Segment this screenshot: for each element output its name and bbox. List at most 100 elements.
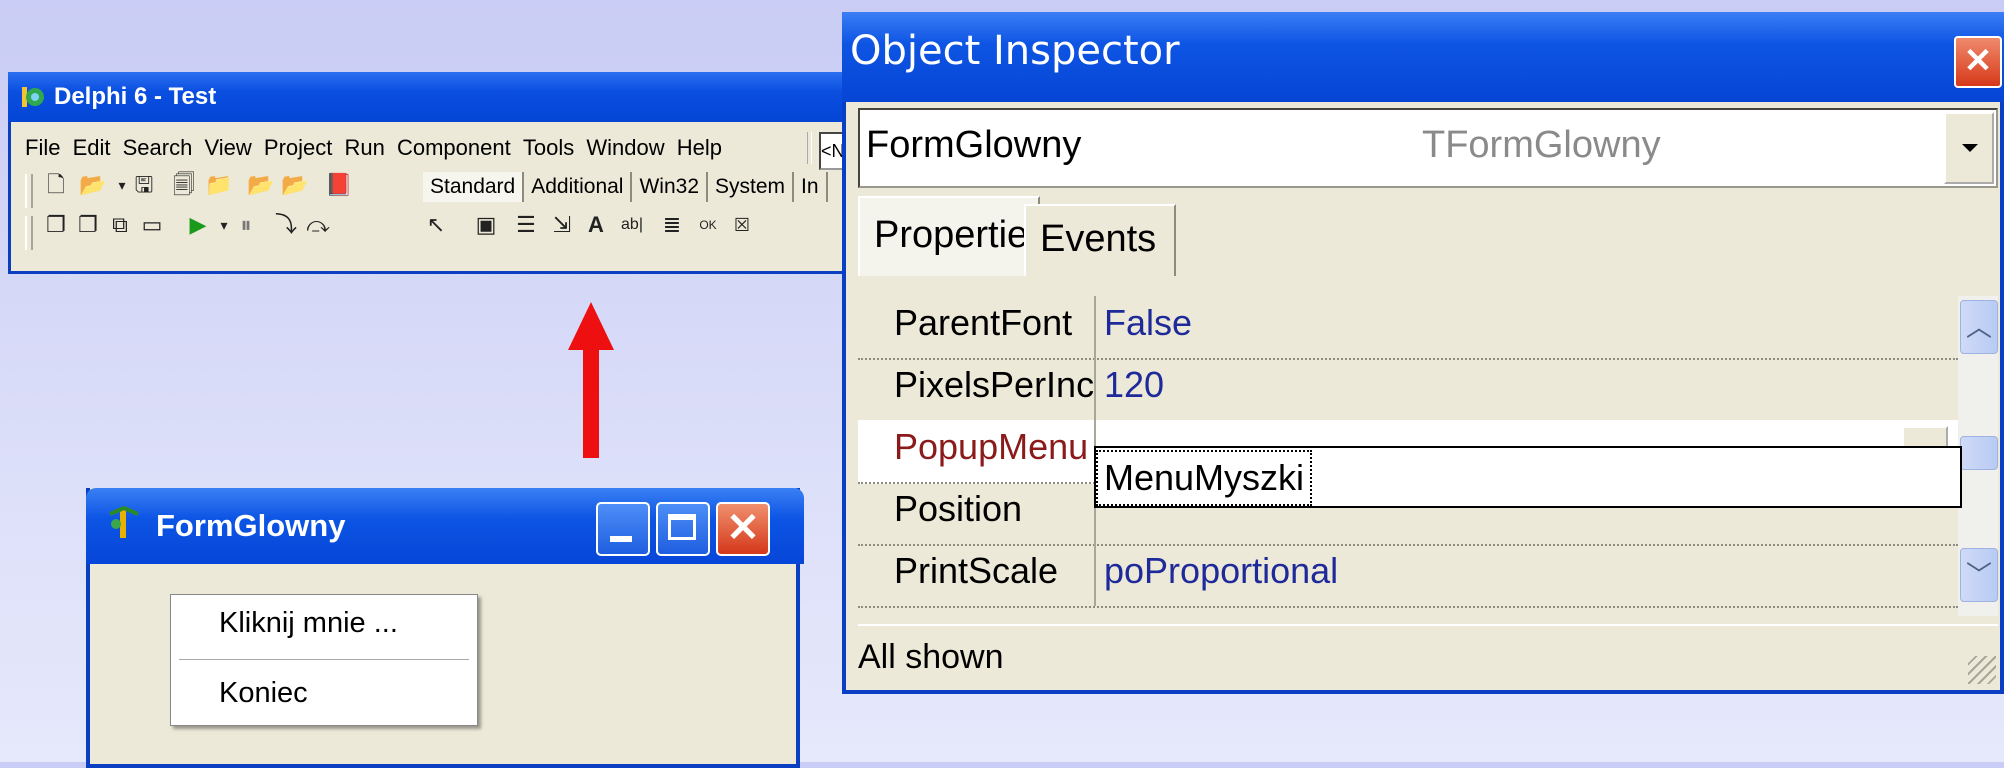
- component-palette-tabs: Standard Additional Win32 System In: [423, 172, 863, 202]
- form-app-icon: [109, 505, 139, 538]
- menu-tools[interactable]: Tools: [523, 128, 574, 168]
- delphi-app-icon: [22, 87, 44, 107]
- remove-from-project-icon[interactable]: 📂: [281, 172, 308, 198]
- scroll-up-icon[interactable]: ︿: [1960, 300, 1998, 354]
- property-name: Position: [894, 488, 1023, 529]
- component-palette: ↖ ▣ ☰ ⇲ A ab| ≣ OK ☒: [423, 212, 853, 252]
- label-icon[interactable]: A: [583, 212, 609, 238]
- property-row[interactable]: PrintScale poProportional: [858, 544, 1958, 608]
- new-file-icon[interactable]: 🗋: [43, 172, 69, 198]
- view-form-icon[interactable]: ❐: [75, 212, 101, 238]
- close-button[interactable]: ✕: [716, 502, 770, 556]
- dropdown-item-menumyszki[interactable]: MenuMyszki: [1096, 450, 1313, 506]
- menu-project[interactable]: Project: [264, 128, 332, 168]
- toolbar-grip[interactable]: [25, 174, 33, 208]
- inspector-status-bar: All shown: [858, 624, 1998, 688]
- save-all-icon[interactable]: 🗐: [171, 172, 197, 198]
- property-name: PopupMenu: [894, 426, 1089, 467]
- popupmenu-icon[interactable]: ⇲: [549, 212, 575, 238]
- trace-into-icon[interactable]: ⤵: [273, 212, 299, 238]
- scroll-down-icon[interactable]: ﹀: [1960, 548, 1998, 602]
- menu-edit[interactable]: Edit: [73, 128, 111, 168]
- popupmenu-dropdown-list: MenuMyszki: [1094, 446, 1962, 508]
- ide-title-bar[interactable]: Delphi 6 - Test: [8, 72, 853, 122]
- object-name: FormGlowny: [866, 124, 1082, 166]
- delphi-ide-window: Delphi 6 - Test File Edit Search View Pr…: [8, 72, 863, 274]
- form-title: FormGlowny: [156, 508, 346, 543]
- run-icon[interactable]: ▶: [185, 212, 211, 238]
- new-form-icon[interactable]: ▭: [139, 212, 165, 238]
- button-icon[interactable]: OK: [695, 212, 721, 238]
- close-icon[interactable]: ✕: [1954, 36, 2002, 88]
- menu-file[interactable]: File: [25, 128, 60, 168]
- close-icon: ✕: [726, 506, 760, 550]
- column-divider[interactable]: [1094, 544, 1096, 606]
- menu-component[interactable]: Component: [397, 128, 511, 168]
- toolbar-grip[interactable]: [25, 216, 33, 250]
- menu-run[interactable]: Run: [345, 128, 385, 168]
- toggle-form-unit-icon[interactable]: ⧉: [107, 212, 133, 238]
- palette-tab-win32[interactable]: Win32: [632, 172, 708, 202]
- palette-tab-additional[interactable]: Additional: [524, 172, 633, 202]
- menu-item-koniec[interactable]: Koniec: [219, 677, 308, 710]
- object-selector-dropdown-button[interactable]: [1944, 112, 1994, 184]
- tab-properties[interactable]: Properties: [858, 196, 1047, 276]
- property-value[interactable]: poProportional: [1104, 550, 1338, 592]
- menu-window[interactable]: Window: [586, 128, 664, 168]
- memo-icon[interactable]: ≣: [659, 212, 685, 238]
- red-up-arrow-shaft: [583, 346, 599, 458]
- property-name: ParentFont: [894, 302, 1073, 343]
- add-to-project-icon[interactable]: 📂: [247, 172, 274, 198]
- chevron-down-icon: [1962, 144, 1978, 152]
- object-inspector-window: Object Inspector ✕ FormGlowny TFormGlown…: [842, 12, 2004, 694]
- property-name: PrintScale: [894, 550, 1059, 591]
- palette-tab-system[interactable]: System: [708, 172, 795, 202]
- property-name: PixelsPerInch: [894, 364, 1094, 405]
- mainmenu-icon[interactable]: ☰: [513, 212, 539, 238]
- ide-title: Delphi 6 - Test: [54, 83, 217, 110]
- ide-menu-bar: File Edit Search View Project Run Compon…: [25, 128, 863, 170]
- scroll-thumb[interactable]: [1960, 436, 1998, 470]
- maximize-icon: [668, 514, 696, 540]
- menu-separator: [807, 132, 812, 164]
- menu-item-kliknij[interactable]: Kliknij mnie ...: [219, 607, 398, 640]
- property-grid-scrollbar[interactable]: ︿ ﹀: [1958, 296, 1998, 616]
- inspector-title-bar[interactable]: Object Inspector ✕: [842, 12, 2004, 102]
- property-value[interactable]: False: [1104, 302, 1192, 344]
- tab-events[interactable]: Events: [1024, 204, 1176, 276]
- palette-tab-more[interactable]: In: [794, 172, 828, 202]
- menu-search[interactable]: Search: [123, 128, 193, 168]
- inspector-tabs: Properties Events: [858, 196, 1998, 276]
- property-value[interactable]: 120: [1104, 364, 1164, 406]
- pointer-tool-icon[interactable]: ↖: [423, 212, 449, 238]
- open-project-icon[interactable]: 📁: [205, 172, 232, 198]
- palette-tab-standard[interactable]: Standard: [423, 172, 525, 202]
- minimize-icon: [610, 536, 632, 542]
- property-row[interactable]: PixelsPerInch 120: [858, 358, 1958, 422]
- object-class: TFormGlowny: [1422, 124, 1661, 166]
- view-unit-icon[interactable]: ❐: [43, 212, 69, 238]
- save-icon[interactable]: 🖫: [131, 172, 157, 198]
- minimize-button[interactable]: [596, 502, 650, 556]
- step-over-icon[interactable]: ⤼: [305, 212, 331, 238]
- inspector-title: Object Inspector: [850, 28, 1180, 74]
- checkbox-icon[interactable]: ☒: [729, 212, 755, 238]
- maximize-button[interactable]: [656, 502, 710, 556]
- pause-icon[interactable]: ⏸: [233, 212, 259, 238]
- edit-icon[interactable]: ab|: [619, 212, 645, 238]
- frames-icon[interactable]: ▣: [473, 212, 499, 238]
- object-selector[interactable]: FormGlowny TFormGlowny: [858, 108, 1998, 188]
- column-divider[interactable]: [1094, 358, 1096, 420]
- help-book-icon[interactable]: 📕: [325, 172, 352, 198]
- menu-separator: [179, 659, 469, 660]
- menu-view[interactable]: View: [204, 128, 251, 168]
- column-divider[interactable]: [1094, 296, 1096, 358]
- property-row[interactable]: ParentFont False: [858, 296, 1958, 360]
- context-menu: Kliknij mnie ... Koniec: [170, 594, 478, 726]
- resize-grip-icon[interactable]: [1968, 656, 1996, 684]
- toolbar-standard: 🗋 📂 ▾ 🖫 🗐 📁 📂 📂 📕: [25, 172, 425, 212]
- menu-help[interactable]: Help: [677, 128, 722, 168]
- form-title-bar[interactable]: FormGlowny ✕: [86, 488, 804, 564]
- toolbar-debug: ❐ ❐ ⧉ ▭ ▶ ▾ ⏸ ⤵ ⤼: [25, 212, 425, 252]
- open-folder-icon[interactable]: 📂: [79, 172, 106, 198]
